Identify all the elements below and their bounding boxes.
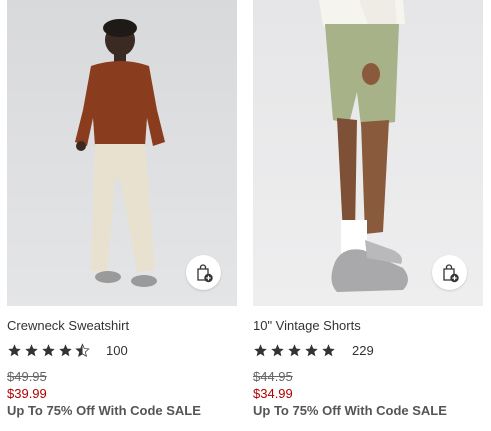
sale-price: $39.99 (7, 386, 47, 401)
original-price: $44.95 (253, 369, 293, 384)
star-icon (305, 343, 318, 356)
add-to-bag-icon (442, 263, 459, 282)
half-star-icon (75, 342, 90, 357)
star-icon (271, 343, 284, 356)
star-icon (254, 343, 267, 356)
star-icon (322, 343, 335, 356)
add-to-bag-button[interactable] (432, 255, 467, 290)
add-to-bag-icon (196, 263, 213, 282)
product-name[interactable]: Crewneck Sweatshirt (7, 318, 129, 333)
review-count[interactable]: 100 (106, 343, 128, 358)
star-icon (42, 343, 55, 356)
sale-price: $34.99 (253, 386, 293, 401)
product-rating: 229 (253, 340, 374, 360)
star-rating (7, 342, 92, 358)
product-card[interactable]: Crewneck Sweatshirt 100 $49.95 $39.99 Up… (7, 0, 237, 418)
star-icon (25, 343, 38, 356)
star-icon (8, 343, 21, 356)
promo-text: Up To 75% Off With Code SALE (253, 403, 447, 418)
product-image[interactable] (7, 0, 237, 306)
star-rating (253, 343, 338, 358)
promo-text: Up To 75% Off With Code SALE (7, 403, 201, 418)
star-icon (288, 343, 301, 356)
product-card[interactable]: 10" Vintage Shorts 229 $44.95 $34.99 Up … (253, 0, 483, 418)
star-icon (59, 343, 72, 356)
review-count[interactable]: 229 (352, 343, 374, 358)
product-rating: 100 (7, 340, 128, 360)
product-image[interactable] (253, 0, 483, 306)
add-to-bag-button[interactable] (186, 255, 221, 290)
original-price: $49.95 (7, 369, 47, 384)
product-name[interactable]: 10" Vintage Shorts (253, 318, 361, 333)
